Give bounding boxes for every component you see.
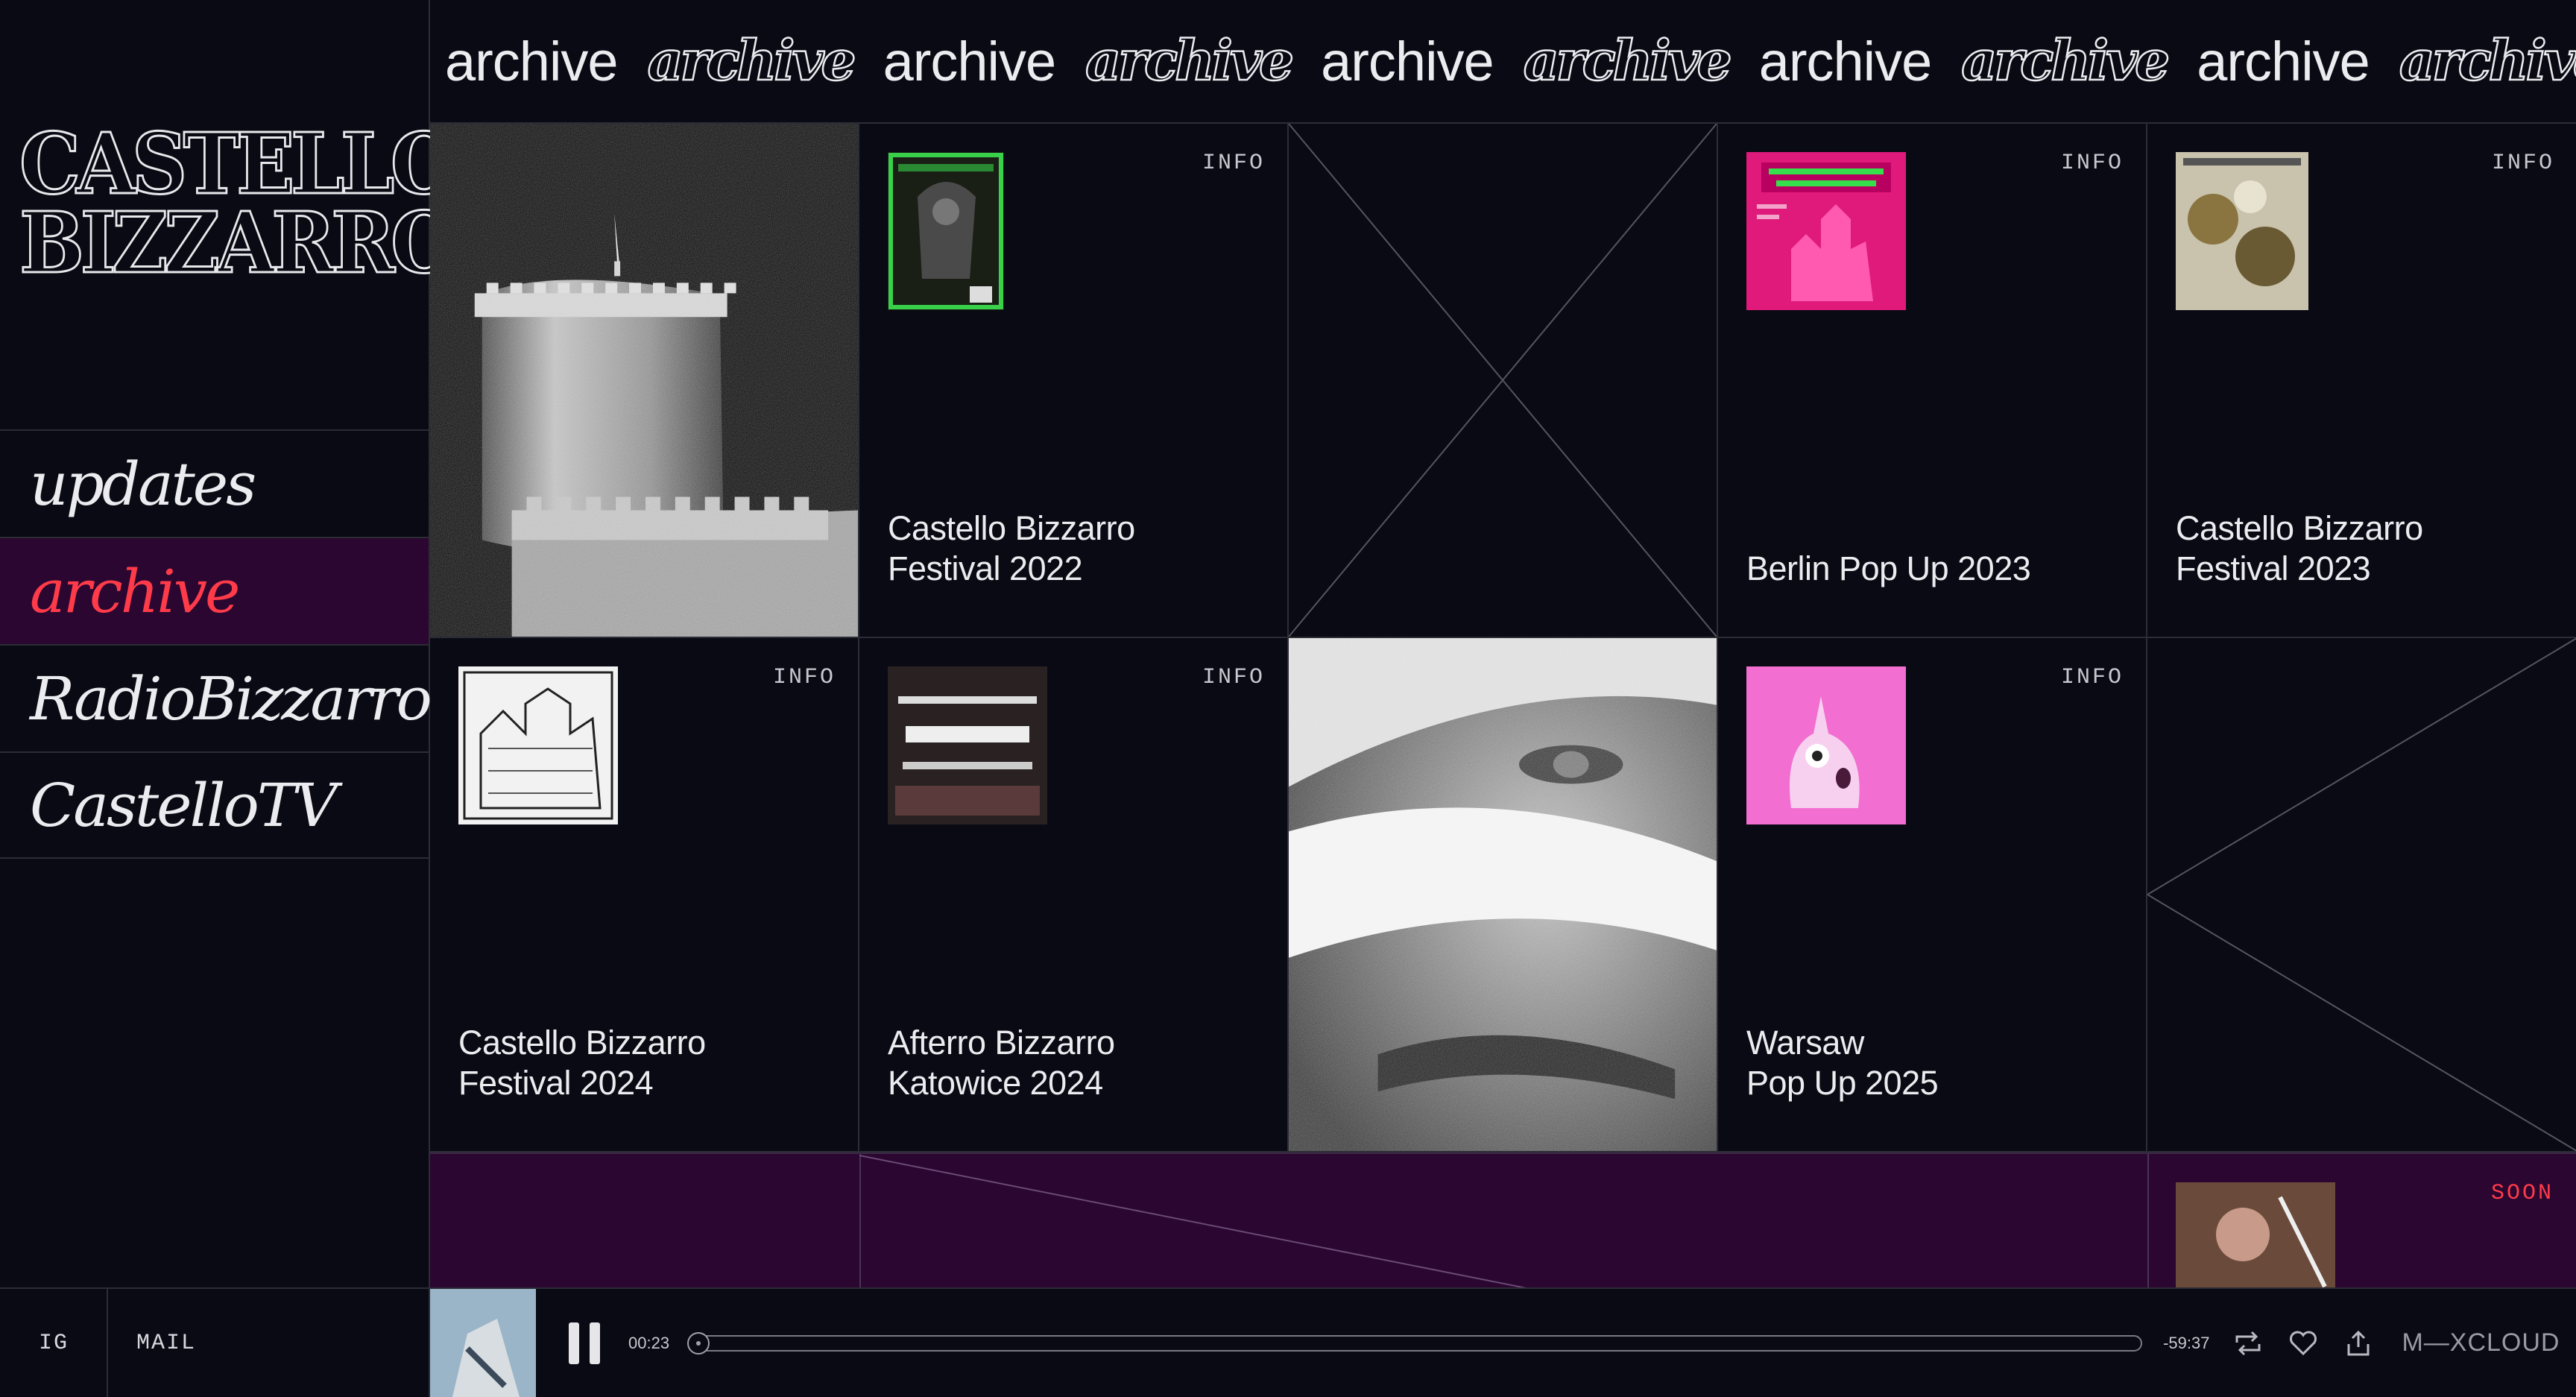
card-title-line-1: Warsaw	[1746, 1024, 1864, 1062]
nav-item-castellotv[interactable]: CastelloTV	[0, 751, 429, 859]
castle-tower-image	[430, 124, 858, 637]
row-divider	[2147, 1154, 2149, 1287]
favorite-button[interactable]	[2287, 1327, 2320, 1360]
site-logo[interactable]: CASTELLO BIZZARRO	[19, 116, 459, 292]
card-title: Castello Bizzarro Festival 2023	[2176, 508, 2423, 589]
festival-2024-poster-thumb	[458, 666, 618, 824]
marquee-word: archive	[1758, 30, 1933, 92]
logo-line-1: CASTELLO	[19, 116, 458, 213]
card-title-line-1: Castello Bizzarro	[888, 509, 1135, 547]
placeholder-cross-icon	[1289, 124, 1717, 637]
mail-link[interactable]: MAIL	[108, 1289, 196, 1397]
now-playing-cover[interactable]	[430, 1289, 536, 1397]
marquee-word: archive	[883, 30, 1057, 92]
info-label[interactable]: INFO	[1202, 665, 1265, 690]
marquee-word: archive	[1960, 28, 2171, 95]
marquee-word: archive	[2197, 30, 2370, 92]
remaining-time: -59:37	[2163, 1333, 2210, 1352]
card-title-line-2: Berlin Pop Up 2023	[1746, 549, 2031, 587]
festival-2022-poster-thumb	[888, 152, 1004, 310]
card-title-line-2: Festival 2023	[2176, 549, 2371, 587]
marquee-word: archive	[445, 30, 619, 92]
info-label[interactable]: INFO	[1202, 151, 1265, 176]
card-title: Castello Bizzarro Festival 2022	[888, 508, 1135, 589]
upcoming-poster-thumb[interactable]	[2176, 1182, 2335, 1287]
berlin-2023-poster-thumb	[1746, 152, 1906, 310]
marquee-word: archive	[1522, 28, 1733, 95]
info-label[interactable]: INFO	[2061, 665, 2124, 690]
marquee-word: archive	[646, 28, 857, 95]
masked-face-image	[1289, 638, 1717, 1151]
instagram-link[interactable]: IG	[0, 1289, 108, 1397]
logo-line-2: BIZZARRO	[19, 195, 459, 292]
placeholder-cross-icon	[859, 1155, 1527, 1287]
sidebar: CASTELLO BIZZARRO updates archive RadioB…	[0, 0, 459, 1397]
nav-item-updates[interactable]: updates	[0, 429, 429, 537]
card-title-line-2: Katowice 2024	[888, 1064, 1103, 1102]
placeholder-cross-icon	[2147, 638, 2576, 1151]
archive-card-festival-2022[interactable]: INFO Castello Bizzarro Festival 2022	[859, 124, 1289, 638]
pause-bar-icon	[590, 1322, 600, 1364]
warsaw-2025-poster-thumb	[1746, 666, 1906, 824]
archive-card-warsaw-2025[interactable]: INFO Warsaw Pop Up 2025	[1718, 638, 2147, 1152]
pause-bar-icon	[569, 1322, 579, 1364]
elapsed-time: 00:23	[628, 1333, 670, 1352]
mixcloud-player: 00:23 -59:37 M—XCLOUD	[430, 1287, 2576, 1397]
afterro-katowice-poster-thumb	[888, 666, 1047, 824]
archive-card-afterro-katowice-2024[interactable]: INFO Afterro Bizzarro Katowice 2024	[859, 638, 1289, 1152]
empty-placeholder-cell	[2147, 638, 2576, 1152]
masked-face-photo	[1289, 638, 1718, 1152]
repeat-button[interactable]	[2232, 1327, 2264, 1360]
info-label[interactable]: INFO	[2061, 151, 2124, 176]
pause-button[interactable]	[558, 1317, 610, 1369]
upcoming-row: SOON	[430, 1152, 2576, 1287]
card-title-line-1: Castello Bizzarro	[458, 1024, 706, 1062]
card-title-line-1: Castello Bizzarro	[2176, 509, 2423, 547]
marquee-word: archive	[2399, 28, 2576, 95]
nav-item-archive[interactable]: archive	[0, 537, 429, 644]
info-label[interactable]: INFO	[2492, 151, 2554, 176]
card-title: Castello Bizzarro Festival 2024	[458, 1023, 706, 1103]
repeat-icon	[2235, 1331, 2261, 1355]
progress-knob[interactable]	[687, 1331, 710, 1355]
card-title-line-2: Pop Up 2025	[1746, 1064, 1939, 1102]
card-title-line-1: Afterro Bizzarro	[888, 1024, 1115, 1062]
archive-card-festival-2024[interactable]: INFO Castello Bizzarro Festival 2024	[430, 638, 859, 1152]
archive-card-berlin-2023[interactable]: INFO Berlin Pop Up 2023	[1718, 124, 2147, 638]
castle-tower-photo	[430, 124, 859, 638]
card-title-line-2: Festival 2024	[458, 1064, 654, 1102]
info-label[interactable]: INFO	[773, 665, 836, 690]
archive-card-festival-2023[interactable]: INFO Castello Bizzarro Festival 2023	[2147, 124, 2576, 638]
marquee-word: archive	[1321, 30, 1494, 92]
progress-slider[interactable]	[687, 1331, 2143, 1355]
card-title: Warsaw Pop Up 2025	[1746, 1023, 1939, 1103]
soon-badge: SOON	[2490, 1181, 2554, 1206]
card-title: Berlin Pop Up 2023	[1746, 549, 2031, 589]
main-nav: updates archive RadioBizzarro CastelloTV	[0, 429, 432, 859]
share-icon	[2347, 1330, 2370, 1355]
share-button[interactable]	[2342, 1327, 2375, 1360]
mixcloud-logo[interactable]: M—XCLOUD	[2402, 1328, 2560, 1357]
festival-2023-poster-thumb	[2176, 152, 2308, 310]
sidebar-footer: IG MAIL	[0, 1287, 429, 1397]
card-title-line-2: Festival 2022	[888, 549, 1083, 587]
card-title: Afterro Bizzarro Katowice 2024	[888, 1023, 1115, 1103]
marquee-word: archive	[1085, 28, 1295, 95]
empty-placeholder-cell	[1289, 124, 1718, 638]
nav-item-radiobizzarro[interactable]: RadioBizzarro	[0, 644, 432, 751]
archive-marquee: archive archive archive archive archive …	[430, 0, 2576, 124]
heart-icon	[2290, 1331, 2317, 1355]
